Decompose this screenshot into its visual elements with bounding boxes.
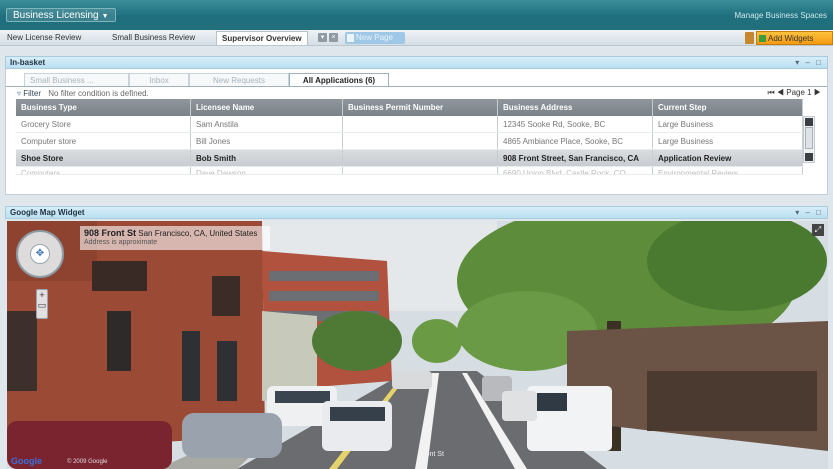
scroll-up-icon[interactable] bbox=[805, 118, 813, 126]
plus-icon bbox=[759, 35, 766, 42]
inbasket-panel: Small Business ... Inbox New Requests Al… bbox=[5, 69, 828, 195]
table-cell: Large Business bbox=[653, 133, 803, 149]
table-cell: Shoe Store bbox=[16, 150, 191, 166]
table-cell: Large Business bbox=[653, 116, 803, 132]
inbasket-panel-header: In-basket ▾ – □ bbox=[5, 56, 828, 69]
table-cell: Bill Jones bbox=[191, 133, 343, 149]
panel-window-controls[interactable]: ▾ – □ bbox=[795, 57, 823, 68]
tab-small-business-review[interactable]: Small Business Review bbox=[107, 31, 200, 45]
table-cell: 908 Front Street, San Francisco, CA bbox=[498, 150, 653, 166]
tab-menu-icon[interactable]: ▾ bbox=[318, 33, 327, 42]
add-widgets-button[interactable]: Add Widgets bbox=[756, 31, 833, 45]
table-cell: Application Review bbox=[653, 150, 803, 166]
subtab-small-business[interactable]: Small Business ... bbox=[24, 73, 129, 86]
google-logo: Google bbox=[11, 456, 42, 466]
table-cell: Bob Smith bbox=[191, 150, 343, 166]
address-street: 908 Front St bbox=[84, 228, 137, 238]
filter-row: ▿ Filter No filter condition is defined. bbox=[17, 89, 149, 98]
table-cell: Environmental Review bbox=[653, 167, 803, 174]
map-panel-header: Google Map Widget ▾ – □ bbox=[5, 206, 828, 219]
table-cell: 4865 Ambiance Place, Sooke, BC bbox=[498, 133, 653, 149]
filter-icon[interactable]: ▿ bbox=[17, 89, 21, 98]
address-note: Address is approximate bbox=[84, 239, 158, 246]
inbasket-title: In-basket bbox=[10, 58, 46, 67]
app-menu-button[interactable]: Business Licensing ▼ bbox=[6, 8, 116, 22]
table-cell: Grocery Store bbox=[16, 116, 191, 132]
add-widgets-label: Add Widgets bbox=[768, 34, 814, 43]
new-page-label: New Page bbox=[356, 33, 393, 42]
column-header[interactable]: Current Step bbox=[653, 99, 803, 116]
pan-control[interactable]: ✥ bbox=[16, 230, 64, 278]
table-cell bbox=[343, 150, 498, 166]
address-city: San Francisco, CA, United States bbox=[138, 229, 258, 238]
filter-label[interactable]: Filter bbox=[23, 89, 41, 98]
app-header: Business Licensing ▼ Manage Business Spac… bbox=[0, 0, 833, 30]
subtab-divider bbox=[6, 86, 827, 87]
first-page-icon[interactable]: ⏮ bbox=[767, 88, 774, 97]
table-cell: 6690 Union Blvd, Castle Rock, CO bbox=[498, 167, 653, 174]
tab-new-license-review[interactable]: New License Review bbox=[2, 31, 86, 45]
table-cell: Computers bbox=[16, 167, 191, 174]
subtab-all-applications[interactable]: All Applications (6) bbox=[289, 73, 389, 87]
column-header[interactable]: Business Type bbox=[16, 99, 191, 116]
panel-window-controls[interactable]: ▾ – □ bbox=[795, 207, 823, 218]
manage-spaces-link[interactable]: Manage Business Spaces bbox=[735, 11, 828, 20]
table-cell bbox=[343, 167, 498, 174]
table-row[interactable]: Computer store Bill Jones 4865 Ambiance … bbox=[16, 133, 803, 150]
street-view-image bbox=[7, 221, 828, 469]
street-label: Front St bbox=[419, 451, 444, 458]
subtab-inbox[interactable]: Inbox bbox=[129, 73, 189, 86]
column-header[interactable]: Licensee Name bbox=[191, 99, 343, 116]
street-view-map[interactable]: 908 Front St San Francisco, CA, United S… bbox=[7, 221, 828, 469]
new-page-button[interactable]: New Page bbox=[345, 32, 405, 44]
map-copyright: © 2009 Google bbox=[67, 459, 108, 465]
tab-close-icon[interactable]: × bbox=[329, 33, 338, 42]
app-menu-label: Business Licensing bbox=[13, 10, 99, 21]
page-icon bbox=[347, 34, 354, 42]
pager: ⏮ ◀ Page 1 ▶ bbox=[767, 88, 821, 98]
map-title: Google Map Widget bbox=[10, 208, 85, 217]
next-page-icon[interactable]: ▶ bbox=[814, 88, 821, 97]
scroll-thumb[interactable] bbox=[805, 127, 813, 149]
page-tab-bar: New License Review Small Business Review… bbox=[0, 30, 833, 46]
table-cell bbox=[343, 116, 498, 132]
table-header: Business Type Licensee Name Business Per… bbox=[16, 99, 803, 116]
applications-table: Business Type Licensee Name Business Per… bbox=[16, 99, 803, 175]
table-cell: Dave Dawson bbox=[191, 167, 343, 174]
table-cell bbox=[343, 133, 498, 149]
tab-supervisor-overview[interactable]: Supervisor Overview bbox=[216, 31, 308, 45]
filter-info: No filter condition is defined. bbox=[48, 89, 149, 98]
column-header[interactable]: Business Address bbox=[498, 99, 653, 116]
compass-icon[interactable]: ✥ bbox=[30, 244, 50, 264]
widgets-menu-icon[interactable] bbox=[745, 32, 754, 44]
subtab-new-requests[interactable]: New Requests bbox=[189, 73, 289, 86]
table-cell: Sam Anstila bbox=[191, 116, 343, 132]
table-scrollbar[interactable] bbox=[803, 116, 815, 163]
zoom-slider-icon[interactable]: ▭ bbox=[37, 300, 47, 310]
table-cell: 12345 Sooke Rd, Sooke, BC bbox=[498, 116, 653, 132]
column-header[interactable]: Business Permit Number bbox=[343, 99, 498, 116]
scroll-down-icon[interactable] bbox=[805, 153, 813, 161]
table-cell: Computer store bbox=[16, 133, 191, 149]
chevron-down-icon: ▼ bbox=[101, 13, 109, 20]
zoom-control[interactable]: + ▭ bbox=[36, 289, 48, 319]
prev-page-icon[interactable]: ◀ bbox=[777, 88, 784, 97]
address-overlay: 908 Front St San Francisco, CA, United S… bbox=[80, 226, 270, 250]
table-row[interactable]: Computers Dave Dawson 6690 Union Blvd, C… bbox=[16, 167, 803, 175]
table-row-selected[interactable]: Shoe Store Bob Smith 908 Front Street, S… bbox=[16, 150, 803, 167]
fullscreen-icon[interactable]: ⤢ bbox=[812, 224, 824, 236]
page-label: Page 1 bbox=[786, 88, 812, 97]
zoom-in-icon[interactable]: + bbox=[37, 290, 47, 300]
table-row[interactable]: Grocery Store Sam Anstila 12345 Sooke Rd… bbox=[16, 116, 803, 133]
